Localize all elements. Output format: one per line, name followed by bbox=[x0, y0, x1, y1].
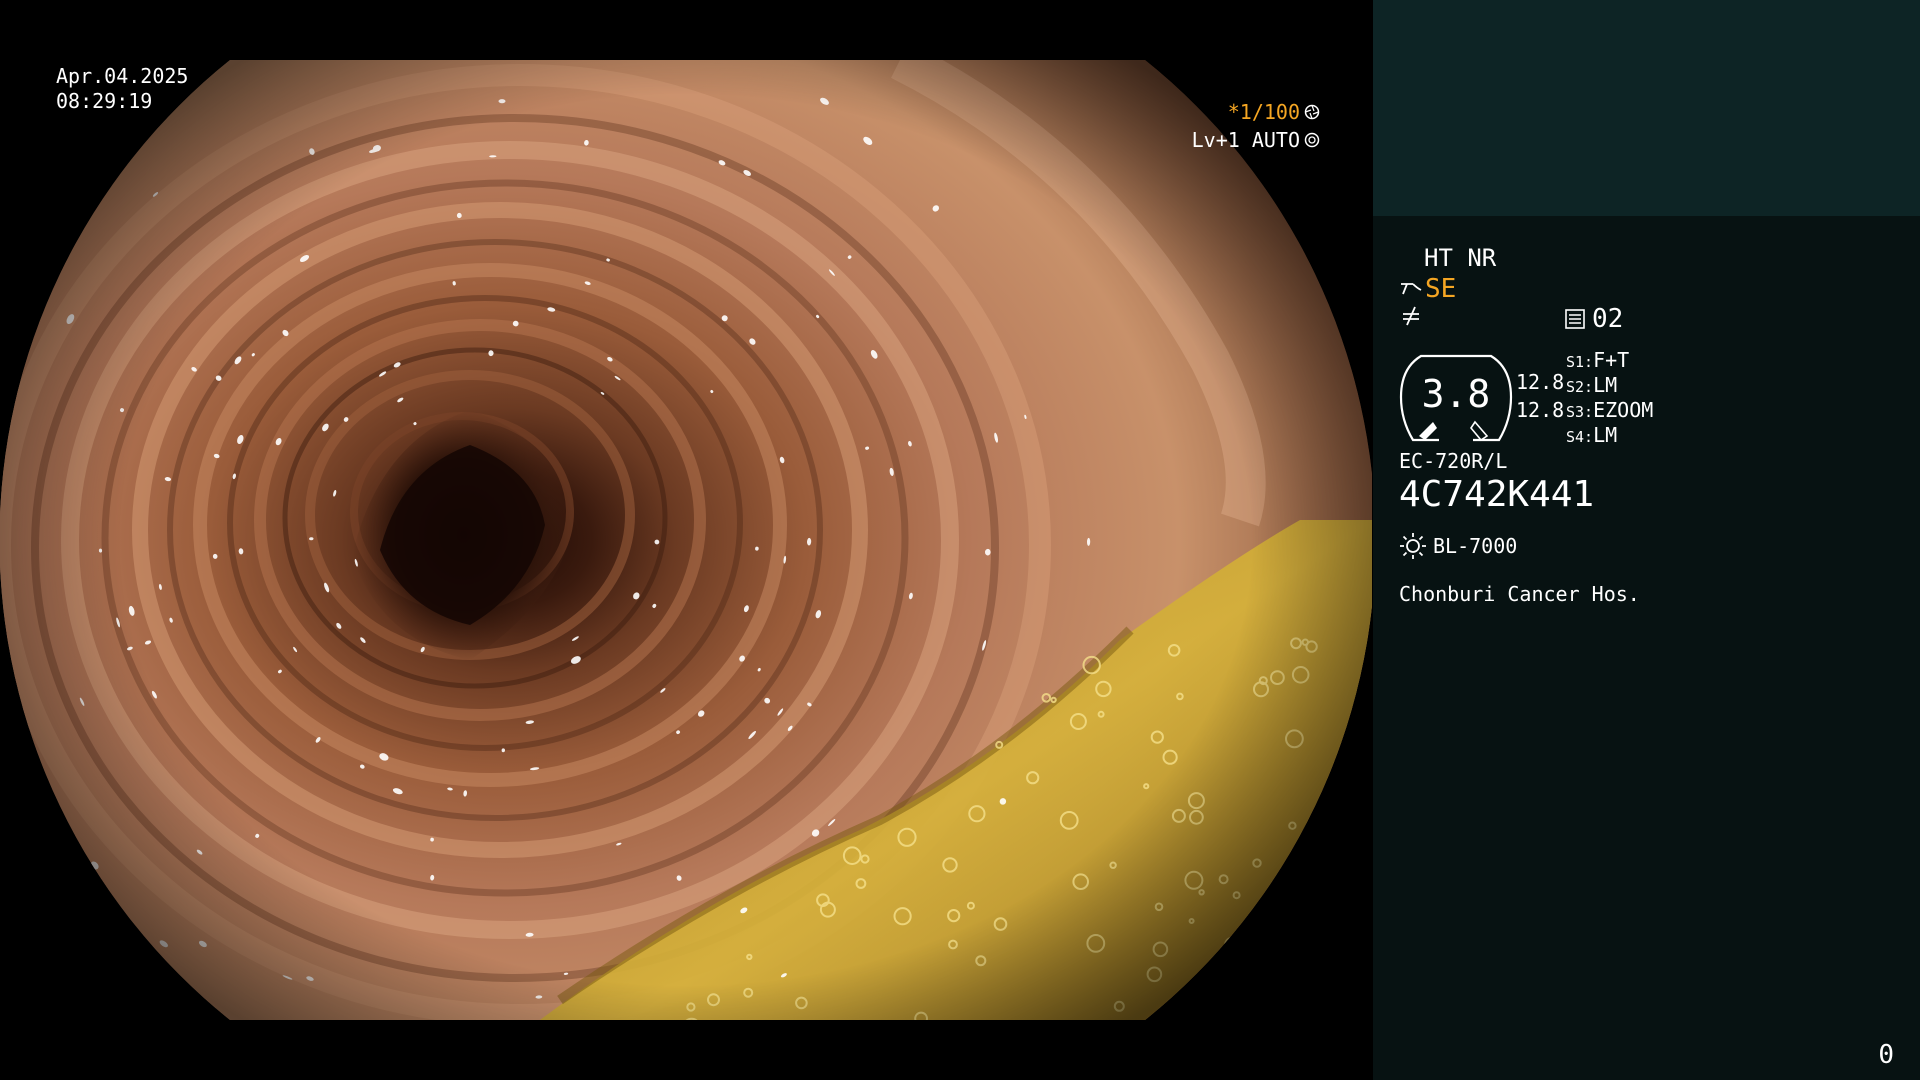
thumbnail-area bbox=[1373, 0, 1920, 216]
structure-enhance-icon bbox=[1401, 283, 1422, 295]
switch-2-setting: S2:LM bbox=[1566, 373, 1618, 397]
switch-3-setting: S3:EZOOM bbox=[1566, 398, 1654, 422]
date-display: Apr.04.2025 bbox=[56, 64, 189, 88]
patient-info-panel: HT NR SE 02 3.8 12.8 12.8 S1:F+T S2:LM S… bbox=[1373, 0, 1920, 1080]
shutter-speed-value: *1/100 bbox=[1227, 100, 1300, 124]
light-source-model: BL-7000 bbox=[1433, 534, 1518, 558]
iris-icon bbox=[1304, 132, 1320, 148]
memory-channel-value: 02 bbox=[1592, 304, 1624, 334]
structure-enhance-label: SE bbox=[1425, 274, 1457, 304]
zoom-value: 3.8 bbox=[1421, 372, 1491, 416]
endoscopic-scene bbox=[0, 60, 1372, 1020]
setting-value-b: 12.8 bbox=[1516, 398, 1565, 422]
shutter-speed-indicator: *1/100 bbox=[1228, 100, 1320, 124]
brightness-level-value: Lv+1 AUTO bbox=[1191, 128, 1300, 152]
structure-enhance-indicator: SE bbox=[1399, 274, 1456, 304]
time-display: 08:29:19 bbox=[56, 89, 153, 113]
color-mode-icon bbox=[1403, 306, 1419, 326]
light-source-indicator: BL-7000 bbox=[1399, 532, 1517, 560]
switch-1-setting: S1:F+T bbox=[1566, 348, 1630, 372]
brightness-level-indicator: Lv+1 AUTO bbox=[1192, 128, 1320, 152]
scope-serial-number: 4C742K441 bbox=[1399, 474, 1595, 515]
hospital-name: Chonburi Cancer Hos. bbox=[1399, 582, 1640, 606]
endoscope-image-view: Apr.04.2025 08:29:19 *1/100 Lv+1 AUTO bbox=[0, 0, 1372, 1080]
image-counter: 0 bbox=[1878, 1040, 1894, 1070]
switch-4-setting: S4:LM bbox=[1566, 423, 1618, 447]
memory-channel-indicator: 02 bbox=[1564, 304, 1623, 334]
processing-mode-label: HT NR bbox=[1424, 244, 1497, 272]
aperture-icon bbox=[1304, 104, 1320, 120]
setting-value-a: 12.8 bbox=[1516, 370, 1565, 394]
endoscopy-monitor: Apr.04.2025 08:29:19 *1/100 Lv+1 AUTO HT… bbox=[0, 0, 1920, 1080]
memory-card-icon bbox=[1565, 309, 1585, 329]
scope-model: EC-720R/L bbox=[1399, 449, 1508, 473]
light-source-icon bbox=[1400, 533, 1426, 559]
